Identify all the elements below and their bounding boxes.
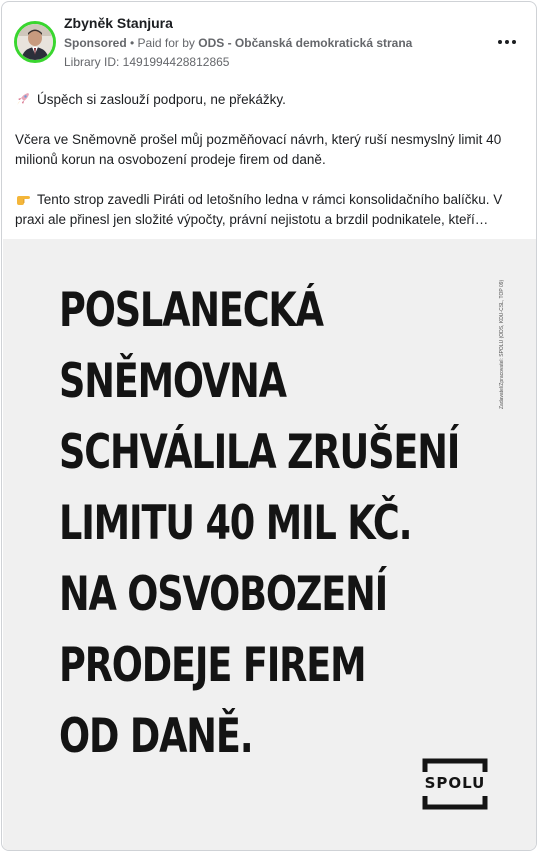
spolu-logo: SPOLU xyxy=(422,758,488,810)
headline-line: NA OSVOBOZENÍ xyxy=(59,567,388,622)
paragraph-2: Včera ve Sněmovně prošel můj pozměňovací… xyxy=(15,132,502,167)
paragraph-3: Tento strop zavedli Piráti od letošního … xyxy=(15,190,527,230)
sponsored-line: Sponsored • Paid for by ODS - Občanská d… xyxy=(64,36,412,50)
paragraph-1: Úspěch si zaslouží podporu, ne překážky. xyxy=(15,90,527,110)
ad-card: Zbyněk Stanjura Sponsored • Paid for by … xyxy=(1,1,537,851)
creative-disclaimer: Zadavatel/Zpracovatel: SPOLU (ODS, KDU-Č… xyxy=(499,279,505,409)
rocket-icon xyxy=(17,93,29,105)
headline-line: SNĚMOVNA xyxy=(59,354,287,409)
post-header: Zbyněk Stanjura Sponsored • Paid for by … xyxy=(2,2,536,82)
headline-line: SCHVÁLILA ZRUŠENÍ xyxy=(59,425,460,480)
post-text: Úspěch si zaslouží podporu, ne překážky.… xyxy=(15,90,527,230)
headline-line: PRODEJE FIREM xyxy=(59,638,367,693)
more-dot xyxy=(505,40,509,44)
avatar[interactable] xyxy=(14,21,56,63)
creative-panel: POSLANECKÁ SNĚMOVNA SCHVÁLILA ZRUŠENÍ LI… xyxy=(31,239,511,839)
headline-line: LIMITU 40 MIL KČ. xyxy=(59,496,413,551)
headline-line: POSLANECKÁ xyxy=(59,283,324,338)
sponsored-label: Sponsored xyxy=(64,36,127,50)
more-dot xyxy=(512,40,516,44)
more-dots-icon xyxy=(498,40,502,44)
spolu-logo-text: SPOLU xyxy=(424,774,486,792)
library-id: Library ID: 1491994428812865 xyxy=(64,55,230,69)
paragraph-3-text: Tento strop zavedli Piráti od letošního … xyxy=(15,192,503,227)
more-options-button[interactable] xyxy=(493,30,521,54)
paragraph-1-text: Úspěch si zaslouží podporu, ne překážky. xyxy=(37,92,286,107)
creative-headline: POSLANECKÁ SNĚMOVNA SCHVÁLILA ZRUŠENÍ LI… xyxy=(59,275,460,772)
paid-for-prefix: • Paid for by xyxy=(126,36,199,50)
profile-photo-icon xyxy=(17,24,53,60)
ad-creative[interactable]: POSLANECKÁ SNĚMOVNA SCHVÁLILA ZRUŠENÍ LI… xyxy=(3,239,536,850)
author-name[interactable]: Zbyněk Stanjura xyxy=(64,15,173,31)
pointing-hand-icon xyxy=(17,196,30,205)
headline-line: OD DANĚ. xyxy=(59,709,254,764)
paid-for-by-link[interactable]: ODS - Občanská demokratická strana xyxy=(198,36,412,50)
